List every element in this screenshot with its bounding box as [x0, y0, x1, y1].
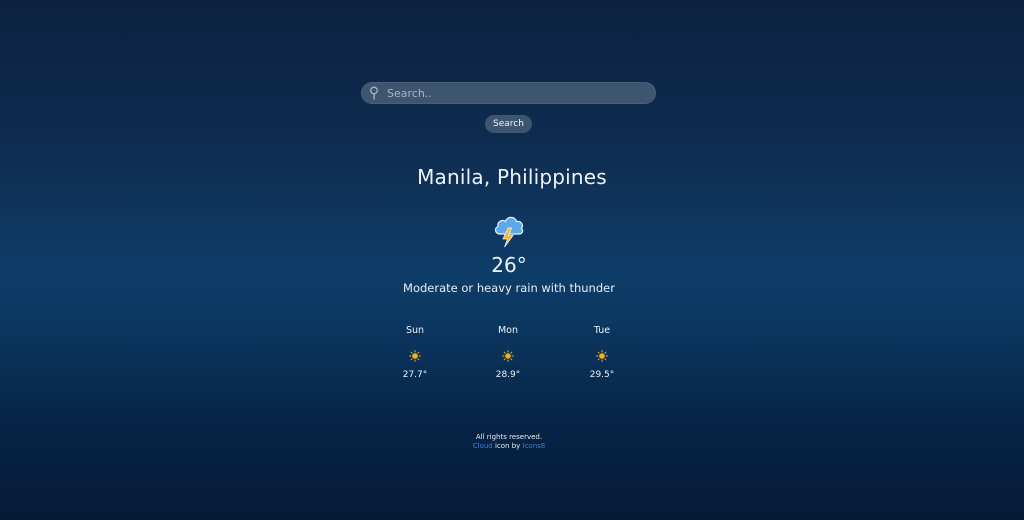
footer-rights: All rights reserved. [475, 433, 543, 441]
sun-icon [409, 350, 421, 362]
forecast-day-tue: Tue 29.5° [572, 324, 632, 380]
forecast-day-label: Tue [593, 325, 611, 336]
condition-text: Moderate or heavy rain with thunder [403, 281, 615, 295]
forecast-day-sun: Sun 27.7° [385, 324, 445, 380]
forecast-day-mon: Mon 28.9° [478, 324, 538, 380]
location-title: Manila, Philippines [417, 165, 607, 189]
sun-icon [502, 350, 514, 362]
sun-icon [596, 350, 608, 362]
footer-credit-text: icon by [492, 442, 523, 450]
icons8-link[interactable]: Icons8 [523, 442, 546, 450]
cloud-icon-link[interactable]: Cloud [473, 442, 493, 450]
search-input[interactable] [383, 83, 656, 103]
current-temperature: 26° [491, 253, 527, 277]
footer-credit: Cloud icon by Icons8 [0, 442, 1018, 451]
thunderstorm-cloud-icon [492, 212, 526, 248]
forecast-temp: 28.9° [495, 370, 521, 380]
forecast-temp: 27.7° [402, 370, 428, 380]
search-icon [367, 85, 383, 101]
forecast-day-label: Mon [497, 325, 519, 336]
forecast-temp: 29.5° [589, 370, 615, 380]
footer: All rights reserved. Cloud icon by Icons… [0, 433, 1018, 451]
search-bar [361, 82, 656, 104]
search-button[interactable]: Search [485, 115, 532, 133]
forecast-day-label: Sun [405, 325, 425, 336]
